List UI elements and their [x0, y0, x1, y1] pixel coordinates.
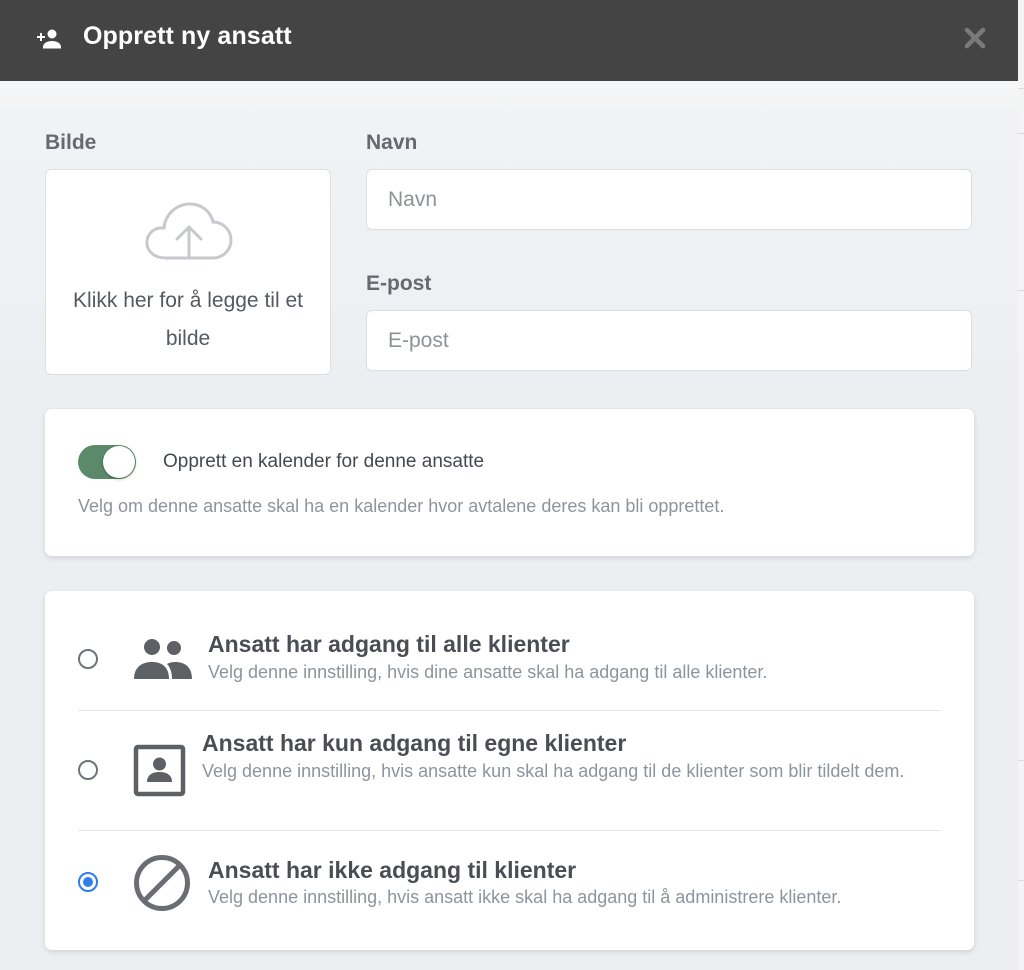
image-upload-area[interactable]: Klikk her for å legge til et bilde	[45, 169, 331, 375]
strip-line	[1018, 88, 1024, 89]
toggle-knob	[103, 446, 135, 478]
name-label: Navn	[366, 131, 418, 154]
strip-line	[1018, 290, 1024, 291]
option-description: Velg denne innstilling, hvis dine ansatt…	[208, 662, 768, 682]
image-label: Bilde	[45, 131, 97, 154]
calendar-toggle-label: Opprett en kalender for denne ansatte	[163, 451, 485, 472]
name-input[interactable]	[366, 169, 972, 230]
access-option-all[interactable]: Ansatt har adgang til alle klienter Velg…	[45, 591, 974, 711]
group-icon	[134, 639, 192, 679]
block-icon	[134, 855, 190, 911]
option-title: Ansatt har ikke adgang til klienter	[208, 857, 577, 883]
radio-own[interactable]	[78, 760, 98, 780]
option-title: Ansatt har kun adgang til egne klienter	[202, 730, 627, 756]
background-strip	[1018, 0, 1024, 970]
calendar-card: Opprett en kalender for denne ansatte Ve…	[45, 409, 974, 556]
radio-none[interactable]	[78, 872, 98, 892]
calendar-toggle[interactable]	[78, 445, 136, 479]
upload-instruction: Klikk her for å legge til et bilde	[73, 289, 303, 350]
option-description: Velg denne innstilling, hvis ansatt ikke…	[208, 887, 842, 907]
strip-line	[1018, 133, 1024, 134]
cloud-upload-icon	[145, 202, 233, 260]
contact-card-icon	[133, 744, 186, 797]
email-input[interactable]	[366, 310, 972, 371]
dialog-title: Opprett ny ansatt	[83, 22, 292, 50]
close-icon[interactable]	[964, 27, 986, 49]
add-person-icon	[37, 29, 61, 49]
dialog-header: Opprett ny ansatt	[0, 0, 1018, 81]
option-title: Ansatt har adgang til alle klienter	[208, 631, 570, 657]
strip-line	[1018, 760, 1024, 761]
option-description: Velg denne innstilling, hvis ansatte kun…	[202, 761, 905, 781]
access-option-own[interactable]: Ansatt har kun adgang til egne klienter …	[45, 711, 974, 831]
email-label: E-post	[366, 272, 432, 295]
calendar-help-text: Velg om denne ansatte skal ha en kalende…	[78, 496, 725, 516]
strip-line	[1018, 880, 1024, 881]
radio-all[interactable]	[78, 649, 98, 669]
create-employee-dialog: Opprett ny ansatt Bilde Klikk her for å …	[0, 0, 1018, 970]
access-option-none[interactable]: Ansatt har ikke adgang til klienter Velg…	[45, 831, 974, 950]
access-card: Ansatt har adgang til alle klienter Velg…	[45, 591, 974, 950]
